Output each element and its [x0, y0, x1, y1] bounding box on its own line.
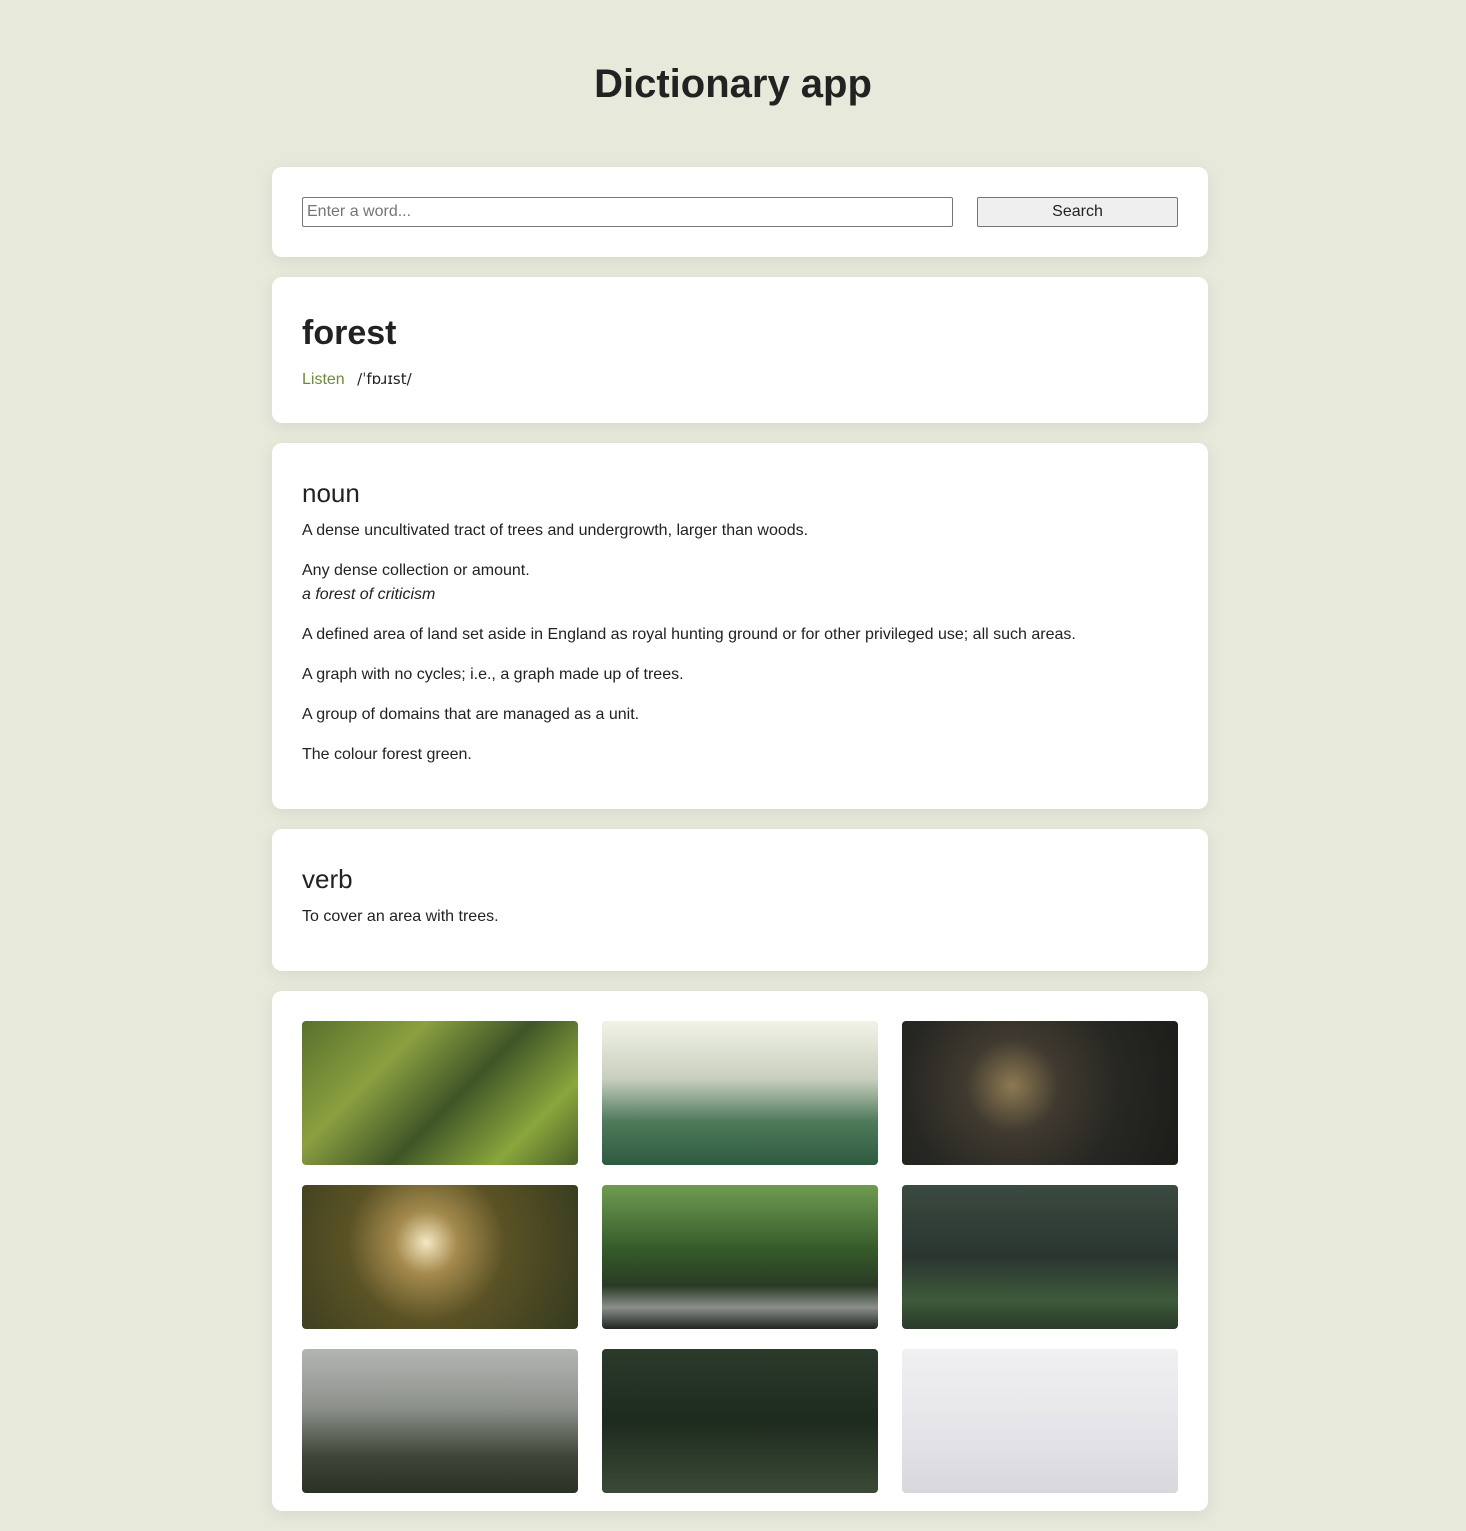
phonetic-row: Listen /ˈfɒɹɪst/ — [302, 369, 1178, 390]
definition-text: A defined area of land set aside in Engl… — [302, 626, 1076, 643]
definition-text: A graph with no cycles; i.e., a graph ma… — [302, 666, 684, 683]
forest-image-9[interactable] — [902, 1349, 1178, 1493]
word-title: forest — [302, 314, 397, 352]
forest-image-6[interactable] — [902, 1185, 1178, 1329]
definition: A group of domains that are managed as a… — [302, 703, 1178, 727]
forest-image-2[interactable] — [602, 1021, 878, 1165]
forest-image-8[interactable] — [602, 1349, 878, 1493]
verb-card: verb To cover an area with trees. — [272, 829, 1208, 971]
forest-image-3[interactable] — [902, 1021, 1178, 1165]
part-of-speech-noun: noun — [302, 478, 360, 508]
definition-text: A dense uncultivated tract of trees and … — [302, 522, 809, 539]
search-input[interactable] — [302, 197, 953, 227]
image-grid — [302, 1021, 1178, 1493]
forest-image-4[interactable] — [302, 1185, 578, 1329]
phonetic-text: /ˈfɒɹɪst/ — [357, 370, 412, 388]
definition: To cover an area with trees. — [302, 905, 1178, 929]
forest-image-1[interactable] — [302, 1021, 578, 1165]
definition-example: a forest of criticism — [302, 586, 436, 603]
noun-card: noun A dense uncultivated tract of trees… — [272, 443, 1208, 809]
definition: A dense uncultivated tract of trees and … — [302, 519, 1178, 543]
definition: Any dense collection or amount. a forest… — [302, 559, 1178, 607]
part-of-speech-verb: verb — [302, 864, 353, 894]
definition: The colour forest green. — [302, 743, 1178, 767]
definition: A graph with no cycles; i.e., a graph ma… — [302, 663, 1178, 687]
listen-link[interactable]: Listen — [302, 371, 345, 388]
definition-text: The colour forest green. — [302, 746, 472, 763]
definition: A defined area of land set aside in Engl… — [302, 623, 1178, 647]
word-card: forest Listen /ˈfɒɹɪst/ — [272, 277, 1208, 423]
definition-text: Any dense collection or amount. — [302, 562, 530, 579]
definition-text: A group of domains that are managed as a… — [302, 706, 640, 723]
search-button[interactable]: Search — [977, 197, 1178, 227]
main-container: Search forest Listen /ˈfɒɹɪst/ noun A de… — [272, 167, 1208, 1531]
search-card: Search — [272, 167, 1208, 257]
page-title: Dictionary app — [594, 62, 872, 106]
definition-text: To cover an area with trees. — [302, 908, 499, 925]
forest-image-5[interactable] — [602, 1185, 878, 1329]
forest-image-7[interactable] — [302, 1349, 578, 1493]
images-card — [272, 991, 1208, 1511]
